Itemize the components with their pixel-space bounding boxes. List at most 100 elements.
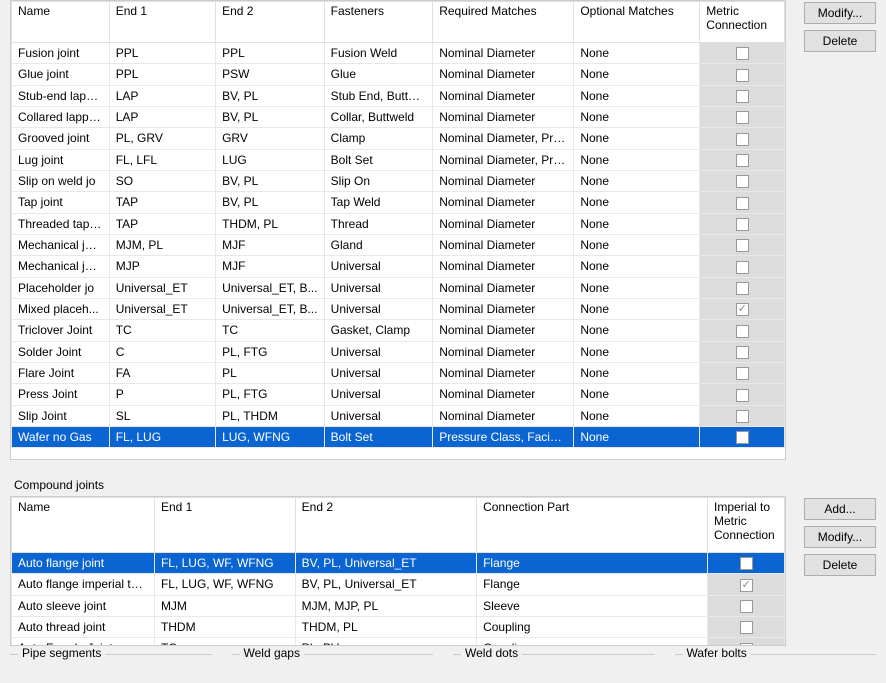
cell-fasteners: Universal bbox=[324, 277, 433, 298]
col-name[interactable]: Name bbox=[12, 2, 110, 43]
metric-checkbox[interactable] bbox=[700, 106, 785, 127]
table-row[interactable]: Auto flange imperial to ...FL, LUG, WF, … bbox=[12, 574, 785, 595]
table-row[interactable]: Lug jointFL, LFLLUGBolt SetNominal Diame… bbox=[12, 149, 785, 170]
metric-checkbox[interactable] bbox=[700, 149, 785, 170]
table-row[interactable]: Threaded tap ...TAPTHDM, PLThreadNominal… bbox=[12, 213, 785, 234]
checkbox-icon bbox=[736, 239, 749, 252]
table-row[interactable]: Solder JointCPL, FTGUniversalNominal Dia… bbox=[12, 341, 785, 362]
table-row[interactable]: Slip on weld joSOBV, PLSlip OnNominal Di… bbox=[12, 170, 785, 191]
col2-name[interactable]: Name bbox=[12, 498, 155, 553]
table-row[interactable]: Auto Ferrule JointTCPL, BVCoupling bbox=[12, 638, 785, 646]
metric-checkbox[interactable] bbox=[700, 384, 785, 405]
table-row[interactable]: Grooved jointPL, GRVGRVClampNominal Diam… bbox=[12, 128, 785, 149]
col-fasteners[interactable]: Fasteners bbox=[324, 2, 433, 43]
cell-name: Placeholder jo bbox=[12, 277, 110, 298]
metric-checkbox[interactable] bbox=[700, 192, 785, 213]
cell-end2: Universal_ET, B... bbox=[216, 277, 325, 298]
cell-name: Fusion joint bbox=[12, 43, 110, 64]
metric-checkbox[interactable] bbox=[708, 553, 785, 574]
wafer-bolts-group: Wafer bolts bbox=[675, 654, 877, 669]
checkbox-icon bbox=[736, 346, 749, 359]
metric-checkbox[interactable] bbox=[700, 341, 785, 362]
cell-name: Tap joint bbox=[12, 192, 110, 213]
modify-button-compound[interactable]: Modify... bbox=[804, 526, 876, 548]
table-row[interactable]: Slip JointSLPL, THDMUniversalNominal Dia… bbox=[12, 405, 785, 426]
metric-checkbox[interactable] bbox=[700, 277, 785, 298]
table-row[interactable]: Auto flange jointFL, LUG, WF, WFNGBV, PL… bbox=[12, 553, 785, 574]
cell-required: Nominal Diameter bbox=[433, 298, 574, 319]
table-row[interactable]: Glue jointPPLPSWGlueNominal DiameterNone bbox=[12, 64, 785, 85]
table-row[interactable]: Mechanical joi...MJPMJFUniversalNominal … bbox=[12, 256, 785, 277]
cell-end1: FL, LUG, WF, WFNG bbox=[154, 553, 295, 574]
metric-checkbox[interactable] bbox=[708, 616, 785, 637]
col2-end1[interactable]: End 1 bbox=[154, 498, 295, 553]
metric-checkbox[interactable] bbox=[708, 638, 785, 646]
add-button-compound[interactable]: Add... bbox=[804, 498, 876, 520]
table-row[interactable]: Triclover JointTCTCGasket, ClampNominal … bbox=[12, 320, 785, 341]
delete-button-compound[interactable]: Delete bbox=[804, 554, 876, 576]
metric-checkbox[interactable] bbox=[700, 43, 785, 64]
cell-part: Sleeve bbox=[477, 595, 708, 616]
metric-checkbox[interactable] bbox=[700, 426, 785, 447]
cell-end1: TC bbox=[109, 320, 215, 341]
cell-fasteners: Gland bbox=[324, 234, 433, 255]
metric-checkbox[interactable] bbox=[700, 320, 785, 341]
metric-checkbox[interactable] bbox=[700, 128, 785, 149]
compound-joints-label: Compound joints bbox=[0, 470, 886, 496]
metric-checkbox[interactable] bbox=[700, 298, 785, 319]
cell-name: Auto Ferrule Joint bbox=[12, 638, 155, 646]
table-row[interactable]: Auto sleeve jointMJMMJM, MJP, PLSleeve bbox=[12, 595, 785, 616]
checkbox-icon bbox=[736, 367, 749, 380]
cell-end1: FL, LFL bbox=[109, 149, 215, 170]
col-optional[interactable]: Optional Matches bbox=[574, 2, 700, 43]
table-row[interactable]: Auto thread jointTHDMTHDM, PLCoupling bbox=[12, 616, 785, 637]
cell-part: Coupling bbox=[477, 638, 708, 646]
metric-checkbox[interactable] bbox=[700, 234, 785, 255]
metric-checkbox[interactable] bbox=[700, 362, 785, 383]
metric-checkbox[interactable] bbox=[700, 64, 785, 85]
cell-end1: Universal_ET bbox=[109, 277, 215, 298]
cell-end2: MJM, MJP, PL bbox=[295, 595, 476, 616]
cell-name: Solder Joint bbox=[12, 341, 110, 362]
table-row[interactable]: Fusion jointPPLPPLFusion WeldNominal Dia… bbox=[12, 43, 785, 64]
table-row[interactable]: Stub-end lapp...LAPBV, PLStub End, Buttw… bbox=[12, 85, 785, 106]
table-row[interactable]: Mechanical jointMJM, PLMJFGlandNominal D… bbox=[12, 234, 785, 255]
cell-end1: TAP bbox=[109, 192, 215, 213]
table-row[interactable]: Placeholder joUniversal_ETUniversal_ET, … bbox=[12, 277, 785, 298]
cell-end2: BV, PL bbox=[216, 85, 325, 106]
cell-fasteners: Bolt Set bbox=[324, 149, 433, 170]
modify-button[interactable]: Modify... bbox=[804, 2, 876, 24]
cell-fasteners: Thread bbox=[324, 213, 433, 234]
table-row[interactable]: Mixed placeh...Universal_ETUniversal_ET,… bbox=[12, 298, 785, 319]
cell-end1: PPL bbox=[109, 64, 215, 85]
cell-end2: PL, FTG bbox=[216, 384, 325, 405]
metric-checkbox[interactable] bbox=[700, 405, 785, 426]
table-row[interactable]: Wafer no GasFL, LUGLUG, WFNGBolt SetPres… bbox=[12, 426, 785, 447]
delete-button[interactable]: Delete bbox=[804, 30, 876, 52]
table-row[interactable]: Press JointPPL, FTGUniversalNominal Diam… bbox=[12, 384, 785, 405]
col-end1[interactable]: End 1 bbox=[109, 2, 215, 43]
metric-checkbox[interactable] bbox=[708, 595, 785, 616]
joints-table-wrapper[interactable]: Name End 1 End 2 Fasteners Required Matc… bbox=[10, 0, 786, 460]
col2-metric[interactable]: Imperial to Metric Connection bbox=[708, 498, 785, 553]
col-metric[interactable]: Metric Connection bbox=[700, 2, 785, 43]
table-row[interactable]: Flare JointFAPLUniversalNominal Diameter… bbox=[12, 362, 785, 383]
col-end2[interactable]: End 2 bbox=[216, 2, 325, 43]
compound-table: Name End 1 End 2 Connection Part Imperia… bbox=[11, 497, 785, 646]
metric-checkbox[interactable] bbox=[700, 85, 785, 106]
table-row[interactable]: Tap jointTAPBV, PLTap WeldNominal Diamet… bbox=[12, 192, 785, 213]
metric-checkbox[interactable] bbox=[708, 574, 785, 595]
checkbox-icon bbox=[736, 47, 749, 60]
cell-required: Nominal Diameter bbox=[433, 192, 574, 213]
compound-table-wrapper[interactable]: Name End 1 End 2 Connection Part Imperia… bbox=[10, 496, 786, 646]
cell-end1: PL, GRV bbox=[109, 128, 215, 149]
col2-end2[interactable]: End 2 bbox=[295, 498, 476, 553]
metric-checkbox[interactable] bbox=[700, 213, 785, 234]
cell-end2: Universal_ET, B... bbox=[216, 298, 325, 319]
cell-end2: MJF bbox=[216, 256, 325, 277]
col2-part[interactable]: Connection Part bbox=[477, 498, 708, 553]
col-required[interactable]: Required Matches bbox=[433, 2, 574, 43]
metric-checkbox[interactable] bbox=[700, 170, 785, 191]
metric-checkbox[interactable] bbox=[700, 256, 785, 277]
table-row[interactable]: Collared lappe...LAPBV, PLCollar, Buttwe… bbox=[12, 106, 785, 127]
